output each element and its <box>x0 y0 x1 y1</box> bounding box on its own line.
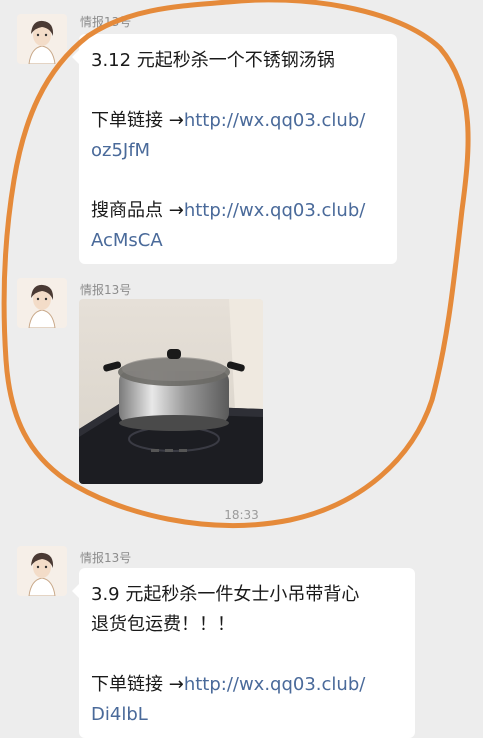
sender-name: 情报13号 <box>80 283 132 297</box>
order-link-continued[interactable]: oz5JfM <box>91 136 383 166</box>
product-image-message[interactable] <box>79 299 263 484</box>
message-text: 3.12 元起秒杀一个不锈钢汤锅 <box>91 50 335 71</box>
sender-avatar[interactable] <box>17 278 67 328</box>
message-bubble[interactable]: 3.9 元起秒杀一件女士小吊带背心 退货包运费！！！ 下单链接 →http://… <box>72 568 415 738</box>
message-bubble[interactable]: 3.12 元起秒杀一个不锈钢汤锅 下单链接 →http://wx.qq03.cl… <box>72 34 397 264</box>
avatar-illustration-icon <box>17 278 67 328</box>
sender-avatar[interactable] <box>17 546 67 596</box>
sender-name: 情报13号 <box>80 551 132 565</box>
message-text-2: 退货包运费！！！ <box>91 614 235 635</box>
order-link-line: 下单链接 →http://wx.qq03.club/ <box>91 106 383 136</box>
message-timestamp: 18:33 <box>224 508 259 522</box>
message-text: 3.9 元起秒杀一件女士小吊带背心 <box>91 584 360 605</box>
search-link[interactable]: http://wx.qq03.club/ <box>184 200 366 221</box>
order-link-line: 下单链接 →http://wx.qq03.club/ <box>91 670 401 700</box>
avatar-illustration-icon <box>17 14 67 64</box>
avatar-illustration-icon <box>17 546 67 596</box>
search-link-line: 搜商品点 →http://wx.qq03.club/ <box>91 196 383 226</box>
order-link[interactable]: http://wx.qq03.club/ <box>184 110 366 131</box>
search-link-continued[interactable]: AcMsCA <box>91 226 383 256</box>
order-link-prefix: 下单链接 → <box>91 110 184 131</box>
order-link[interactable]: http://wx.qq03.club/ <box>184 674 366 695</box>
sender-avatar[interactable] <box>17 14 67 64</box>
search-link-prefix: 搜商品点 → <box>91 200 184 221</box>
order-link-prefix: 下单链接 → <box>91 674 184 695</box>
sender-name: 情报13号 <box>80 15 132 29</box>
stockpot-photo-icon <box>79 299 263 484</box>
